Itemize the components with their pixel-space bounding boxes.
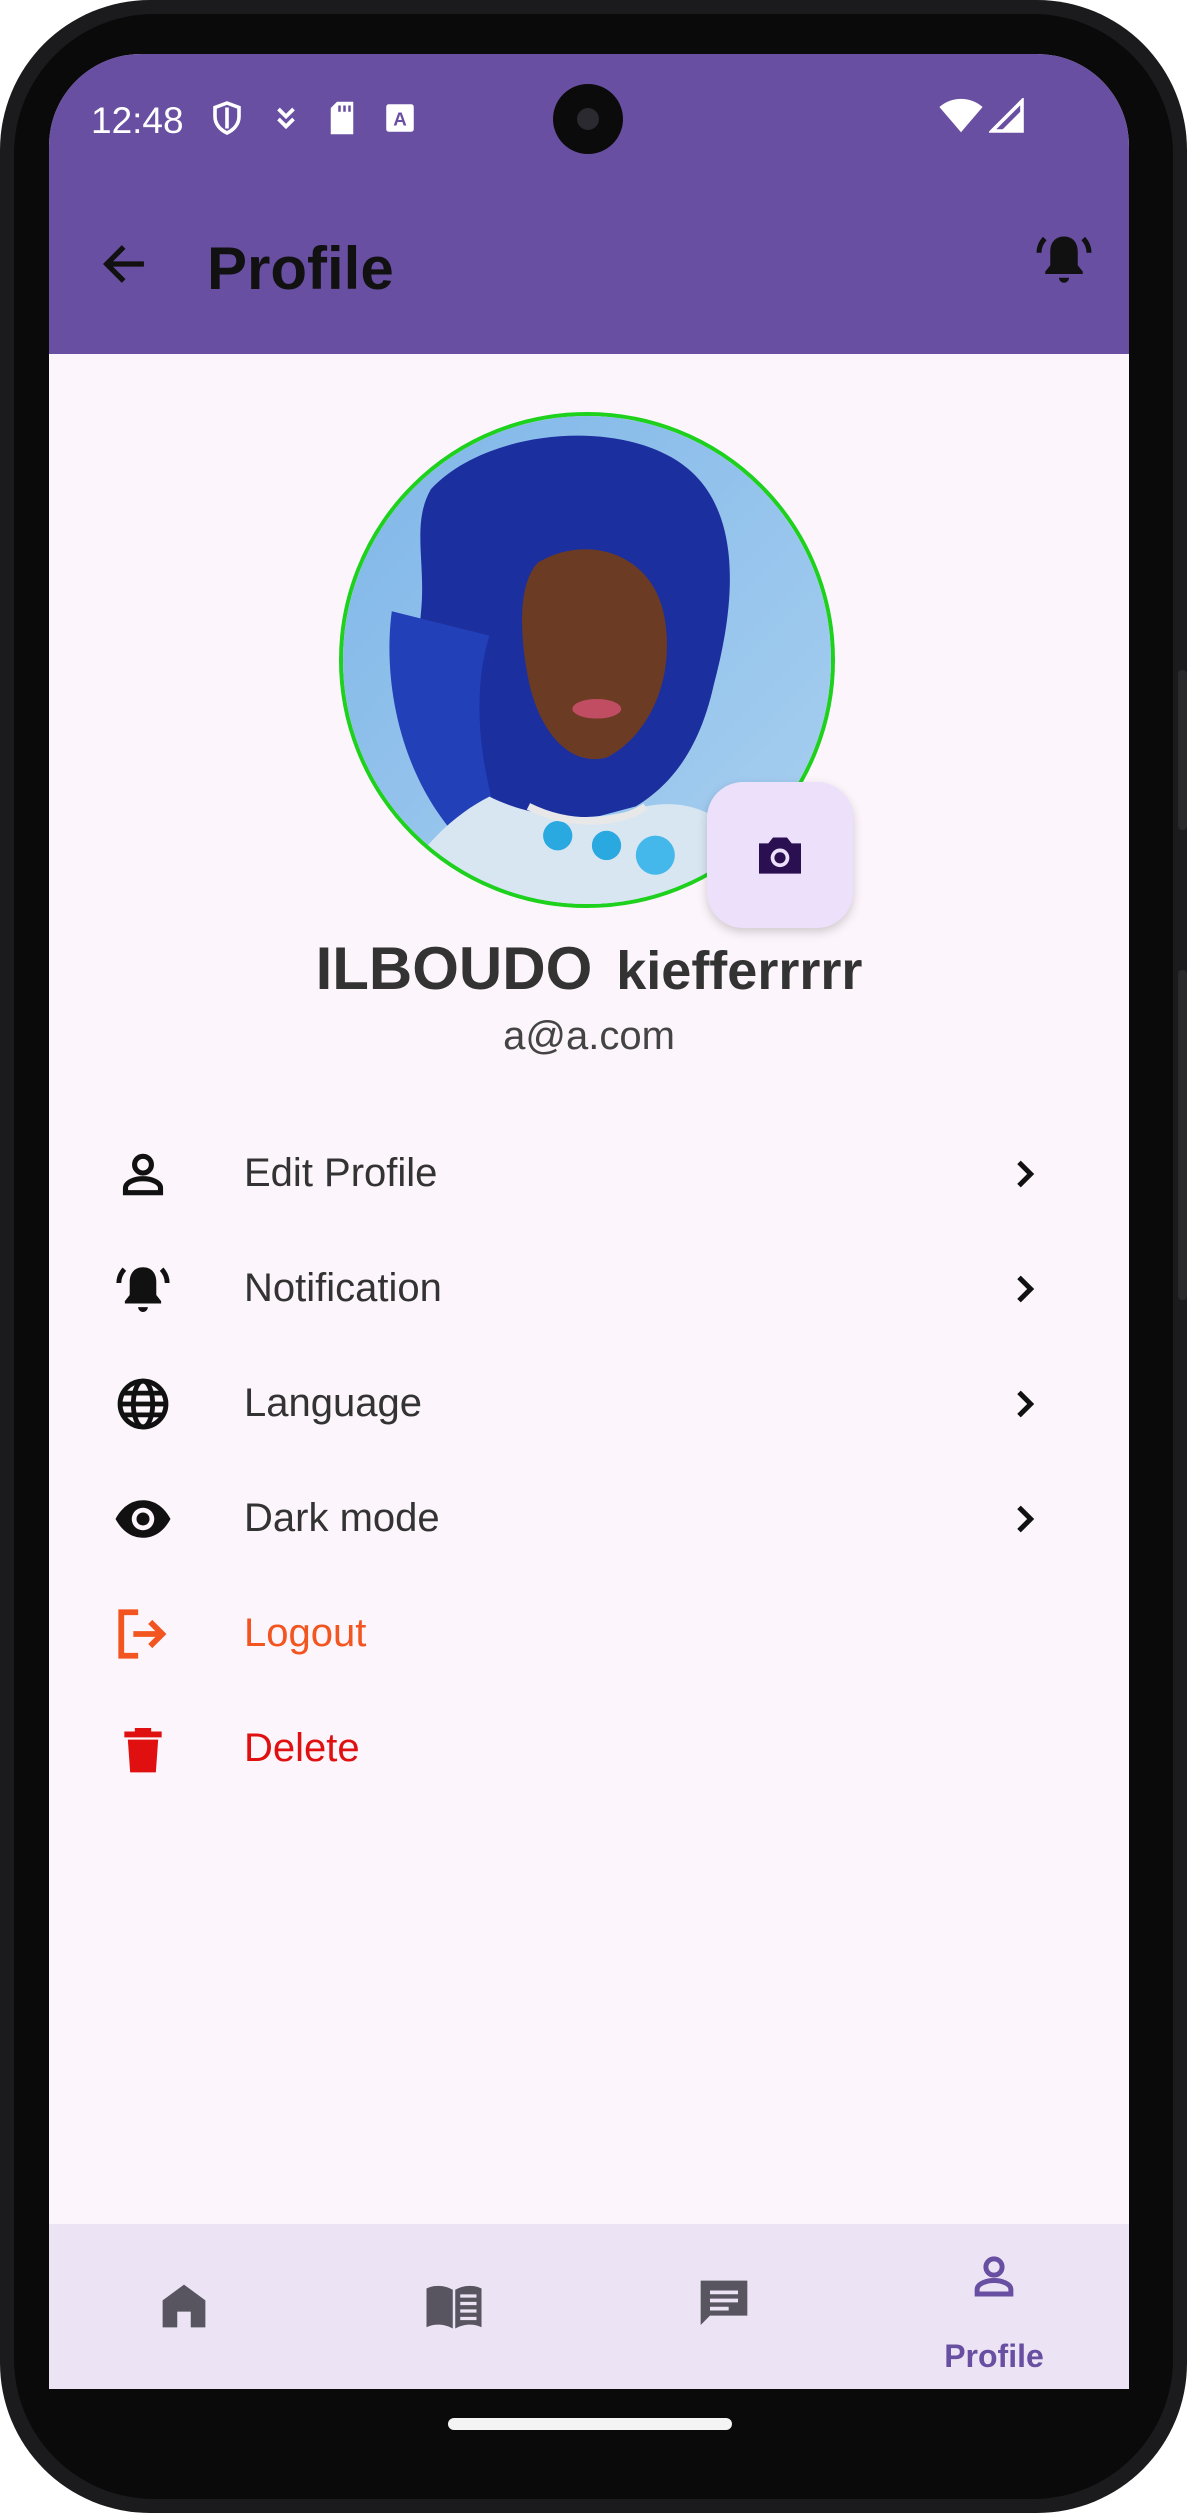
chevron-right-icon: [999, 1379, 1049, 1429]
menu-label: Notification: [244, 1266, 442, 1310]
home-gesture-bar[interactable]: [448, 2418, 732, 2430]
nav-profile[interactable]: Profile: [859, 2224, 1129, 2389]
globe-icon: [111, 1372, 175, 1436]
menu-item-edit-profile[interactable]: Edit Profile: [49, 1116, 1129, 1231]
trash-icon: [111, 1717, 175, 1781]
cell-signal-icon: [987, 96, 1025, 139]
volume-button: [1178, 970, 1187, 1300]
status-bar: 12:48 A: [49, 54, 1129, 154]
eye-icon: [111, 1487, 175, 1551]
last-name: ILBOUDO: [315, 935, 593, 1002]
profile-menu: Edit Profile Notification Language Dark …: [49, 1116, 1129, 1806]
nav-messages[interactable]: [589, 2224, 859, 2389]
chat-icon: [694, 2274, 754, 2334]
shield-icon: [209, 98, 245, 143]
camera-icon: [759, 837, 801, 874]
download-icon: [271, 102, 301, 141]
profile-name: ILBOUDO kiefferrrrr: [49, 934, 1129, 1003]
sd-card-icon: [327, 100, 357, 141]
menu-label: Delete: [244, 1726, 360, 1770]
front-camera: [553, 84, 623, 154]
person-outline-icon: [111, 1142, 175, 1206]
chevron-right-icon: [999, 1149, 1049, 1199]
notification-bell-icon: [1036, 236, 1092, 283]
notification-button[interactable]: [1029, 224, 1099, 294]
nav-home[interactable]: [49, 2224, 319, 2389]
menu-label: Edit Profile: [244, 1151, 438, 1195]
first-name: kiefferrrrr: [616, 941, 863, 1001]
font-a-icon: A: [385, 102, 415, 139]
menu-item-notification[interactable]: Notification: [49, 1231, 1129, 1346]
notification-bell-icon: [111, 1257, 175, 1321]
menu-item-logout[interactable]: Logout: [49, 1576, 1129, 1691]
power-button: [1178, 670, 1187, 830]
logout-icon: [111, 1602, 175, 1666]
app-screen: 12:48 A Profile ILBOUDO kiefferrrrr a@a.…: [49, 54, 1129, 2389]
menu-item-language[interactable]: Language: [49, 1346, 1129, 1461]
nav-profile-label: Profile: [944, 2338, 1044, 2374]
menu-label: Language: [244, 1381, 422, 1425]
nav-library[interactable]: [319, 2224, 589, 2389]
chevron-right-icon: [999, 1494, 1049, 1544]
arrow-back-icon: [102, 245, 144, 283]
status-time: 12:48: [91, 100, 184, 141]
bottom-navigation: Profile: [49, 2224, 1129, 2389]
menu-label: Dark mode: [244, 1496, 440, 1540]
phone-frame: 12:48 A Profile ILBOUDO kiefferrrrr a@a.…: [0, 0, 1187, 2513]
menu-item-delete[interactable]: Delete: [49, 1691, 1129, 1806]
book-icon: [424, 2276, 484, 2336]
back-button[interactable]: [89, 229, 159, 299]
home-icon: [154, 2276, 214, 2336]
change-photo-button[interactable]: [707, 782, 853, 928]
menu-label: Logout: [244, 1611, 367, 1655]
svg-text:A: A: [393, 109, 407, 130]
profile-email: a@a.com: [503, 1014, 675, 1058]
page-title: Profile: [207, 235, 394, 302]
chevron-right-icon: [999, 1264, 1049, 1314]
person-outline-icon: [964, 2246, 1024, 2306]
menu-item-dark-mode[interactable]: Dark mode: [49, 1461, 1129, 1576]
wifi-icon: [939, 98, 983, 139]
